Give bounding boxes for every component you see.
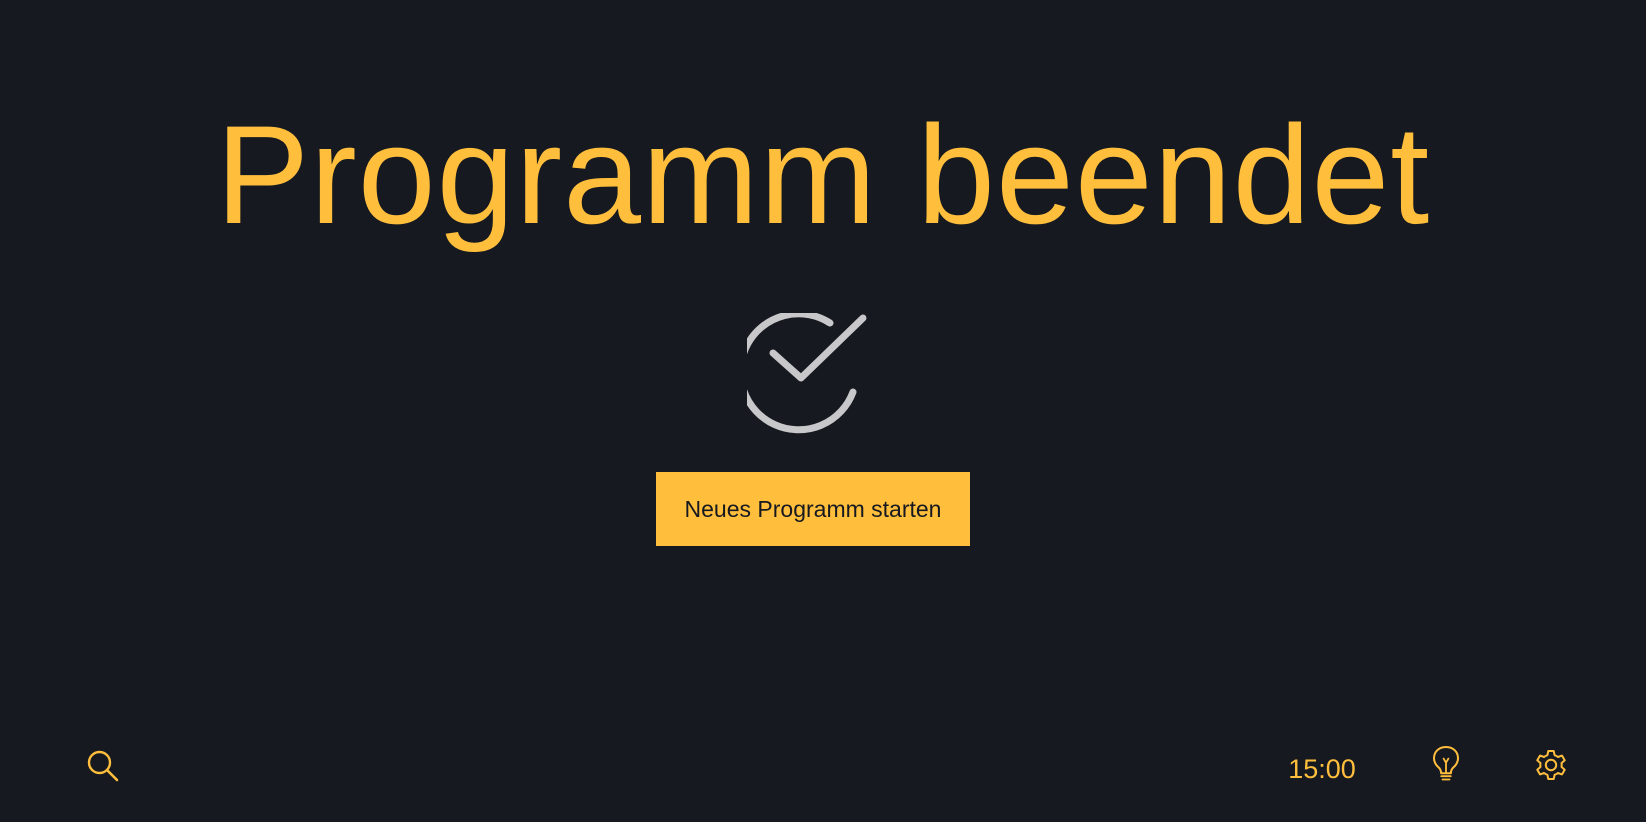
page-title: Programm beendet [215, 96, 1431, 253]
search-icon[interactable] [86, 749, 120, 783]
check-circle-icon [747, 313, 867, 434]
clock-time: 15:00 [1288, 754, 1356, 784]
program-finished-screen: Programm beendet Neues Programm starten … [0, 0, 1646, 822]
start-new-program-button[interactable]: Neues Programm starten [656, 472, 970, 546]
lightbulb-icon[interactable] [1431, 745, 1461, 783]
gear-icon[interactable] [1533, 748, 1569, 784]
